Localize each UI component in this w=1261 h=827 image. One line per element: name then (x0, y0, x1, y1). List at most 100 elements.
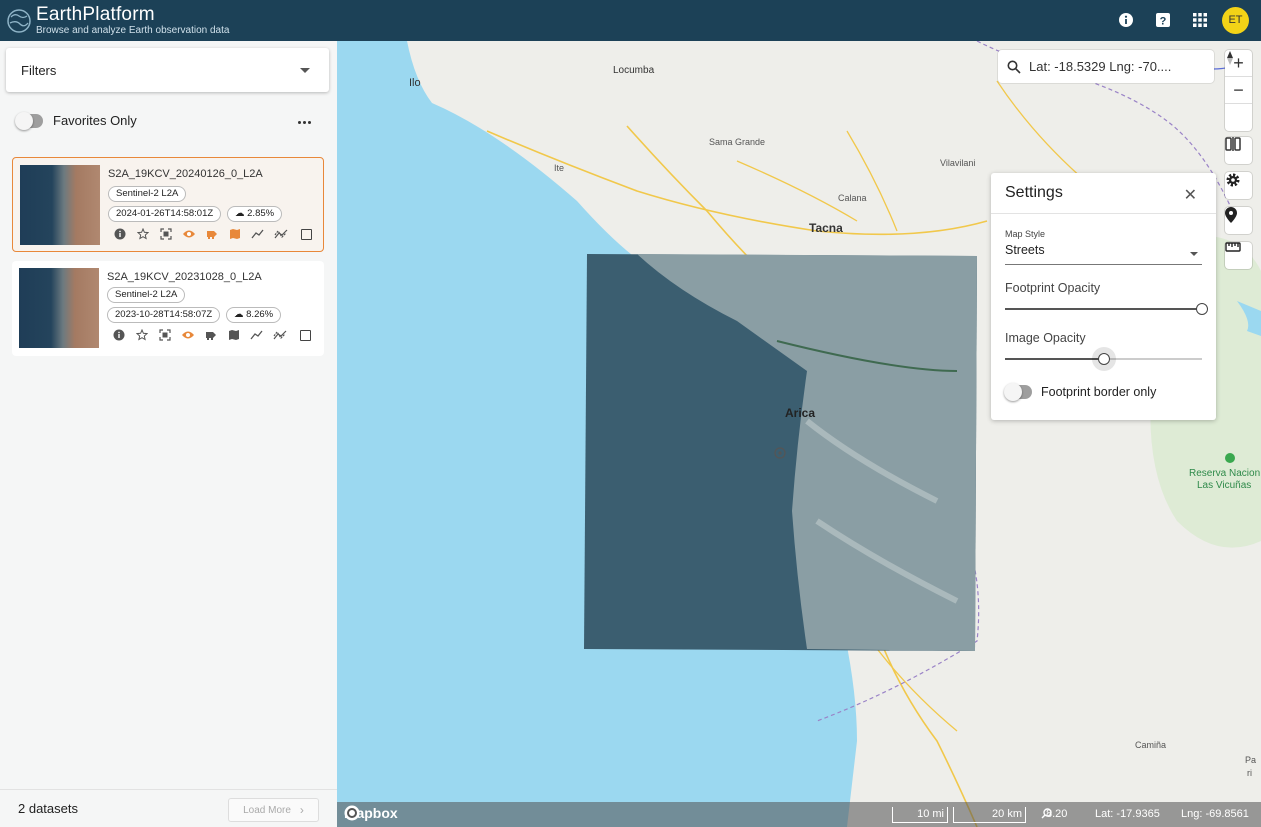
info-icon[interactable] (108, 228, 131, 240)
chevron-down-icon (1190, 252, 1198, 256)
ruler-icon (1225, 242, 1241, 252)
favorites-label: Favorites Only (53, 113, 137, 128)
mapbox-icon (344, 805, 360, 821)
map-label: Pa (1245, 755, 1257, 765)
map-icon[interactable] (223, 228, 246, 240)
map-label-city: Arica (785, 406, 816, 420)
info-icon[interactable] (107, 329, 130, 341)
map-view[interactable]: Ilo Locumba Sama Grande Ite Tacna Calana… (337, 41, 1261, 827)
footprint-border-toggle[interactable] (1004, 383, 1032, 401)
filters-label: Filters (21, 62, 57, 78)
compass-button[interactable] (1225, 51, 1252, 131)
eye-icon[interactable] (177, 229, 200, 239)
apps-button[interactable] (1181, 6, 1218, 34)
coordinate-search[interactable]: Lat: -18.5329 Lng: -70.... (998, 50, 1214, 83)
footprint-border-row: Footprint border only (1004, 383, 1157, 401)
map-label: Las Vicuñas (1197, 480, 1252, 491)
collection-chip: Sentinel-2 L2A (107, 287, 186, 303)
map-label: Calana (838, 193, 867, 203)
compass-icon (1227, 51, 1233, 65)
footprint-icon[interactable] (199, 329, 222, 341)
image-opacity-slider[interactable] (1005, 347, 1202, 371)
map-style-select[interactable]: Streets (1005, 243, 1202, 265)
item-title: S2A_19KCV_20231028_0_L2A (107, 271, 262, 283)
slider-thumb[interactable] (1196, 303, 1208, 315)
earth-logo-icon (7, 8, 31, 33)
minus-icon: − (1233, 79, 1244, 100)
map-label: Sama Grande (709, 137, 766, 147)
map-canvas[interactable] (337, 41, 1261, 827)
map-label: Camiña (1135, 740, 1167, 750)
footprint-icon[interactable] (200, 228, 223, 240)
apps-grid-icon (1192, 13, 1207, 27)
map-icon[interactable] (222, 329, 245, 341)
zoom-out-button[interactable]: − (1225, 77, 1252, 104)
thumbnail[interactable] (20, 165, 100, 245)
star-icon[interactable] (131, 228, 154, 240)
zoom-icon (1041, 808, 1052, 819)
split-view-icon (1225, 137, 1241, 151)
cloud-value: 2.85% (247, 208, 275, 219)
help-icon: ? (1155, 13, 1170, 28)
cloud-value: 8.26% (246, 309, 274, 320)
chart-line-icon[interactable] (246, 229, 269, 239)
zoom-to-icon[interactable] (154, 228, 177, 240)
brand: EarthPlatform Browse and analyze Earth o… (36, 5, 229, 37)
more-options-icon[interactable] (298, 121, 311, 124)
favorites-toggle-row: Favorites Only (15, 111, 137, 130)
dataset-count: 2 datasets (18, 801, 78, 816)
compare-chart-icon[interactable] (268, 329, 291, 341)
scale-km: 20 km (953, 807, 1026, 823)
zoom-to-icon[interactable] (153, 329, 176, 341)
eye-icon[interactable] (176, 330, 199, 340)
app-title: EarthPlatform (36, 3, 155, 25)
user-avatar[interactable]: ET (1222, 6, 1249, 34)
app-header: EarthPlatform Browse and analyze Earth o… (0, 0, 1261, 41)
search-icon (1007, 60, 1021, 74)
map-label: Reserva Nacion (1189, 468, 1261, 479)
footprint-opacity-slider[interactable] (1005, 303, 1208, 315)
map-style-value: Streets (1005, 243, 1045, 257)
map-label: Locumba (613, 65, 655, 76)
info-button[interactable] (1107, 6, 1144, 34)
cloud-icon: ☁ (234, 309, 244, 320)
map-label: Ite (554, 163, 565, 173)
list-item[interactable]: S2A_19KCV_20231028_0_L2A Sentinel-2 L2A … (12, 261, 324, 356)
zoom-controls: + − (1225, 50, 1252, 131)
mapbox-logo[interactable]: mapbox (344, 805, 398, 821)
map-label: Vilavilani (940, 158, 976, 168)
footprint-border-label: Footprint border only (1041, 385, 1157, 399)
cloud-icon: ☁ (235, 208, 245, 219)
close-icon[interactable]: ✕ (1184, 185, 1197, 205)
list-item[interactable]: S2A_19KCV_20240126_0_L2A Sentinel-2 L2A … (12, 157, 324, 252)
map-status-bar: mapbox 10 mi 20 km 8.20 Lat: -17.9365 Ln… (337, 802, 1261, 827)
chart-line-icon[interactable] (245, 330, 268, 340)
select-checkbox[interactable] (300, 330, 311, 341)
sidebar: Filters Favorites Only S2A_19KCV_2024012… (0, 41, 337, 827)
scale-mi: 10 mi (892, 807, 948, 823)
map-label: Ilo (409, 77, 421, 89)
marker-button[interactable] (1225, 207, 1252, 234)
load-more-label: Load More (243, 804, 291, 816)
datetime-chip: 2024-01-26T14:58:01Z (108, 206, 222, 222)
slider-thumb[interactable] (1098, 353, 1110, 365)
svg-text:?: ? (1159, 16, 1166, 28)
load-more-button[interactable]: Load More › (228, 798, 319, 822)
filters-dropdown[interactable]: Filters (6, 48, 329, 92)
select-checkbox[interactable] (301, 229, 312, 240)
compare-button[interactable] (1225, 137, 1252, 164)
image-opacity-label: Image Opacity (1005, 331, 1086, 345)
help-button[interactable]: ? (1144, 6, 1181, 34)
item-title: S2A_19KCV_20240126_0_L2A (108, 168, 263, 180)
compare-chart-icon[interactable] (269, 228, 292, 240)
list-footer: 2 datasets Load More › (0, 789, 337, 827)
favorites-toggle[interactable] (15, 111, 43, 130)
settings-button[interactable] (1225, 172, 1252, 199)
thumbnail[interactable] (19, 268, 99, 348)
map-label-city: Tacna (809, 221, 843, 235)
datetime-chip: 2023-10-28T14:58:07Z (107, 307, 221, 323)
collection-chip: Sentinel-2 L2A (108, 186, 187, 202)
settings-title: Settings (991, 173, 1216, 214)
star-icon[interactable] (130, 329, 153, 341)
measure-button[interactable] (1225, 242, 1252, 269)
